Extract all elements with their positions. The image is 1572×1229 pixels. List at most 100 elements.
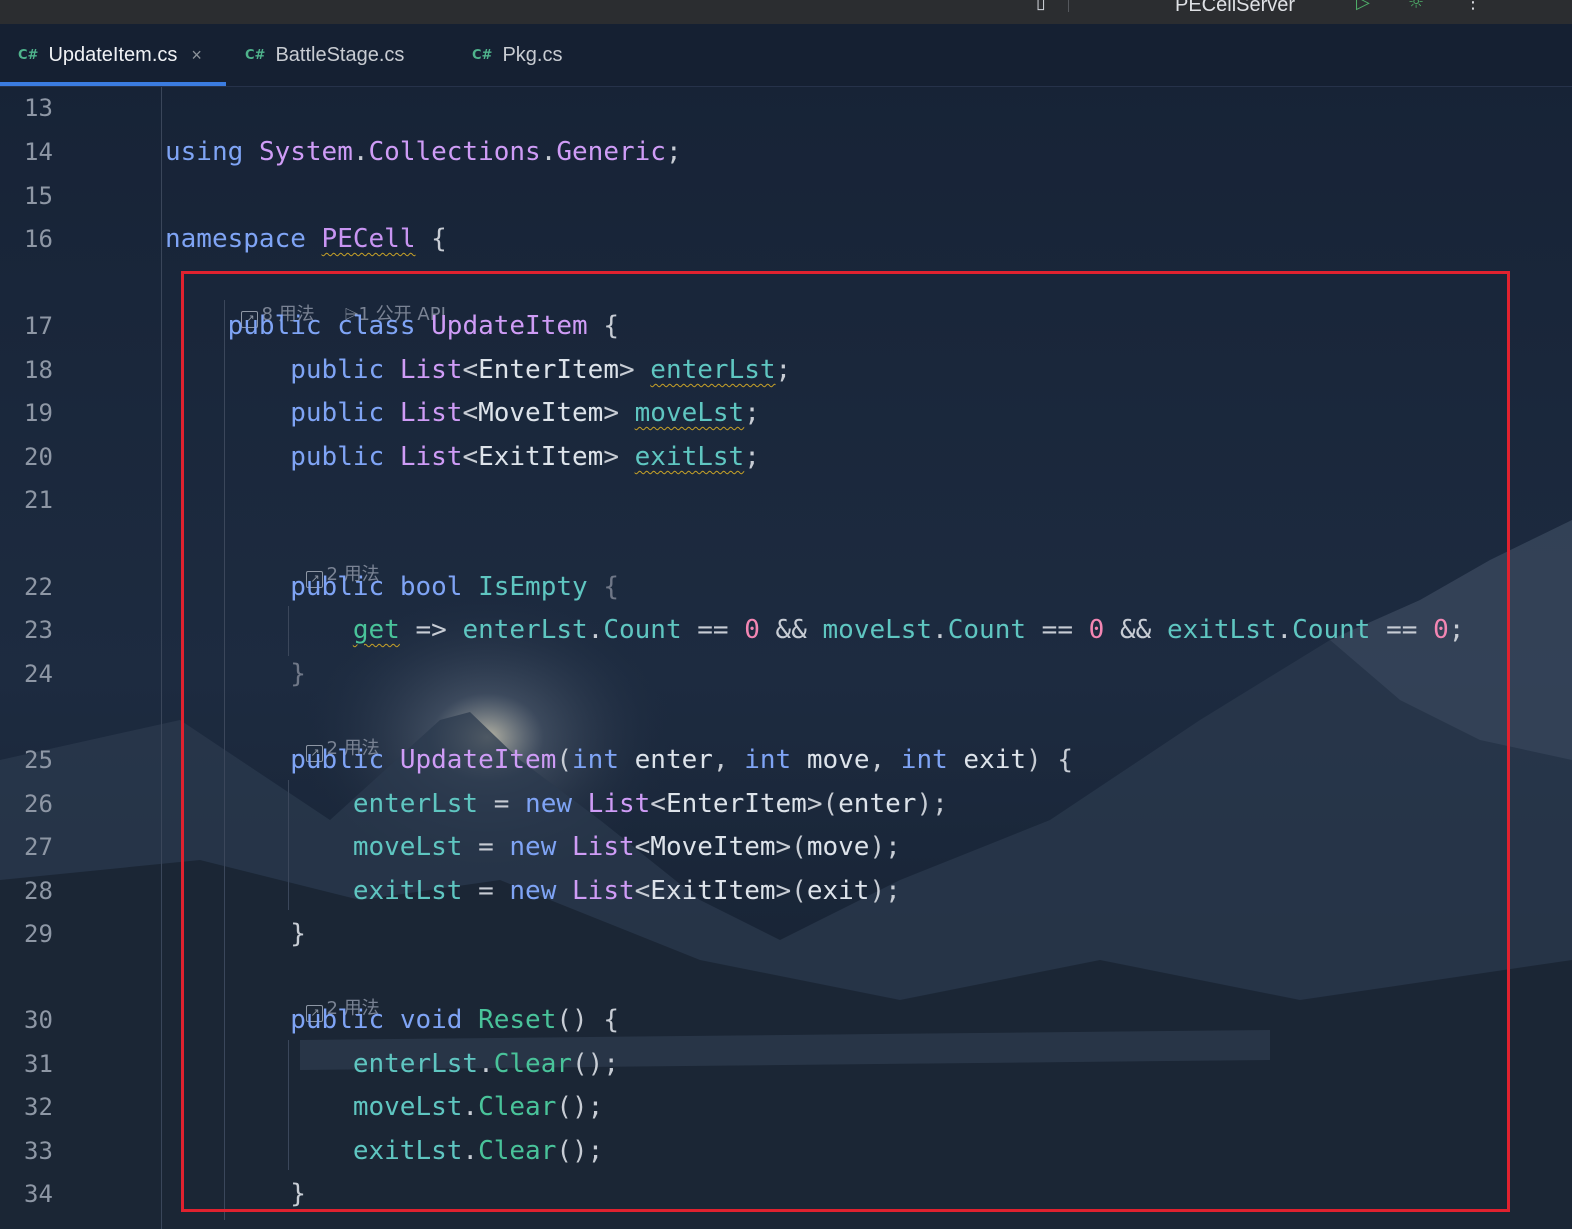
line-number[interactable]: 26 xyxy=(24,782,84,826)
line-number[interactable]: 14 xyxy=(24,130,84,174)
line-number[interactable]: 29 xyxy=(24,912,84,956)
code-line[interactable]: 31 enterLst.Clear(); xyxy=(0,1042,1572,1086)
line-number[interactable]: 25 xyxy=(24,738,84,782)
code-token: public xyxy=(290,745,385,775)
line-number[interactable]: 28 xyxy=(24,869,84,913)
code-token: public xyxy=(290,572,385,602)
close-tab-icon[interactable]: × xyxy=(191,45,202,66)
code-token: List xyxy=(399,398,463,428)
code-line[interactable]: 30 public void Reset() { xyxy=(0,998,1572,1042)
line-number[interactable]: 27 xyxy=(24,825,84,869)
code-token: public xyxy=(290,442,385,472)
line-number[interactable]: 15 xyxy=(24,174,84,218)
code-token: ExitItem xyxy=(650,876,776,906)
line-number[interactable]: 17 xyxy=(24,304,84,348)
code-line[interactable]: 26 enterLst = new List<EnterItem>(enter)… xyxy=(0,782,1572,826)
usages-hint[interactable]: ↗ 2 用法 xyxy=(295,704,380,762)
tab-pkg[interactable]: C# Pkg.cs xyxy=(472,24,562,86)
code-line[interactable]: 21 xyxy=(0,478,1572,522)
code-token: exitLst xyxy=(1166,615,1277,645)
usages-hint[interactable]: ↗ 2 用法 xyxy=(295,530,380,588)
code-token: , xyxy=(712,745,745,775)
run-configuration-selector[interactable]: PECellServer xyxy=(1175,0,1295,17)
line-number[interactable]: 23 xyxy=(24,608,84,652)
code-line[interactable]: 28 exitLst = new List<ExitItem>(exit); xyxy=(0,869,1572,913)
editor-tab-bar: C# UpdateItem.cs × C# BattleStage.cs C# … xyxy=(0,24,1572,87)
more-options-icon[interactable]: ⋮ xyxy=(1464,0,1482,13)
line-number[interactable]: 18 xyxy=(24,348,84,392)
code-line[interactable]: 34 } xyxy=(0,1172,1572,1216)
code-token: EnterItem xyxy=(478,355,619,385)
code-token: ); xyxy=(916,789,948,819)
code-line[interactable]: 14 using System.Collections.Generic; xyxy=(0,130,1572,174)
window-icon[interactable]: ▯ xyxy=(1036,0,1046,13)
toolbar-separator xyxy=(1068,0,1069,12)
code-line[interactable]: 22 public bool IsEmpty { xyxy=(0,565,1572,609)
line-number[interactable]: 30 xyxy=(24,998,84,1042)
tab-label: UpdateItem.cs xyxy=(48,43,178,66)
line-number[interactable]: 19 xyxy=(24,391,84,435)
code-line[interactable]: 13 xyxy=(0,86,1572,130)
code-line[interactable]: 18 public List<EnterItem> enterLst; xyxy=(0,348,1572,392)
code-text: public List<MoveItem> moveLst; xyxy=(165,391,760,435)
usages-hint[interactable]: ↗ 8 用法 xyxy=(230,270,315,328)
code-token: () { xyxy=(556,1005,619,1035)
code-token: < xyxy=(634,876,651,906)
code-token: MoveItem xyxy=(650,832,776,862)
code-token: exit xyxy=(806,876,870,906)
code-line[interactable]: 19 public List<MoveItem> moveLst; xyxy=(0,391,1572,435)
code-line[interactable]: 20 public List<ExitItem> exitLst; xyxy=(0,435,1572,479)
code-token: . xyxy=(1276,615,1293,645)
tab-updateitem[interactable]: C# UpdateItem.cs × xyxy=(18,24,202,86)
code-token: move xyxy=(806,745,870,775)
line-number[interactable]: 22 xyxy=(24,565,84,609)
code-token: >( xyxy=(775,876,807,906)
line-number[interactable]: 31 xyxy=(24,1042,84,1086)
code-line[interactable]: 24 } xyxy=(0,652,1572,696)
code-line[interactable]: 15 xyxy=(0,174,1572,218)
code-token: { xyxy=(587,311,619,341)
code-token: List xyxy=(399,442,463,472)
code-token: < xyxy=(462,355,479,385)
usages-hint[interactable]: ↗ 2 用法 xyxy=(295,964,380,1022)
code-token: enterLst xyxy=(462,615,588,645)
line-number[interactable]: 20 xyxy=(24,435,84,479)
code-line[interactable]: 29 } xyxy=(0,912,1572,956)
code-token: PECell xyxy=(321,224,416,254)
code-token: < xyxy=(634,832,651,862)
code-line[interactable]: 23 get => enterLst.Count == 0 && moveLst… xyxy=(0,608,1572,652)
code-text: public void Reset() { xyxy=(165,998,619,1042)
line-number[interactable]: 33 xyxy=(24,1129,84,1173)
tab-battlestage[interactable]: C# BattleStage.cs xyxy=(245,24,404,86)
tab-label: BattleStage.cs xyxy=(275,43,405,66)
code-line[interactable]: 33 exitLst.Clear(); xyxy=(0,1129,1572,1173)
code-token: = xyxy=(478,789,526,819)
code-token: ( xyxy=(556,745,573,775)
run-icon[interactable]: ▷ xyxy=(1356,0,1370,13)
code-line[interactable]: 17 public class UpdateItem { xyxy=(0,304,1572,348)
line-number[interactable]: 13 xyxy=(24,86,84,130)
code-text: moveLst.Clear(); xyxy=(165,1085,603,1129)
debug-icon[interactable]: ☼ xyxy=(1408,0,1424,13)
public-api-hint[interactable]: ⌲1 公开 API xyxy=(333,270,445,325)
line-number[interactable]: 21 xyxy=(24,478,84,522)
code-line[interactable]: 16 namespace PECell { xyxy=(0,217,1572,261)
line-number[interactable]: 24 xyxy=(24,652,84,696)
line-number[interactable]: 16 xyxy=(24,217,84,261)
code-line[interactable]: 32 moveLst.Clear(); xyxy=(0,1085,1572,1129)
code-token: moveLst xyxy=(822,615,933,645)
line-number[interactable]: 32 xyxy=(24,1085,84,1129)
code-line[interactable]: 25 public UpdateItem(int enter, int move… xyxy=(0,738,1572,782)
code-line[interactable]: 27 moveLst = new List<MoveItem>(move); xyxy=(0,825,1572,869)
line-number[interactable]: 34 xyxy=(24,1172,84,1216)
code-token: namespace xyxy=(165,224,306,254)
